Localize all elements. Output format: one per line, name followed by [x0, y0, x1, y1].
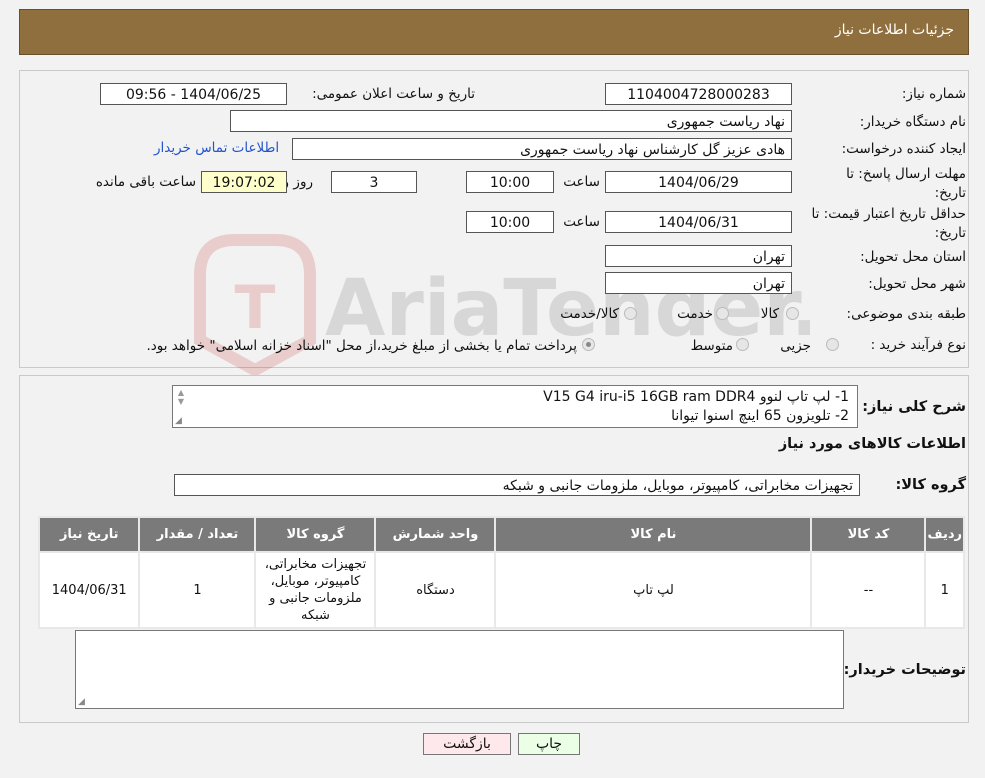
category-label: طبقه بندی موضوعی: [846, 306, 966, 322]
summary-line-2: 2- تلویزون 65 اینچ اسنوا تیوانا [671, 408, 849, 424]
cell-name: لپ تاپ [494, 551, 813, 629]
validity-label-2: تاریخ: [934, 225, 966, 241]
summary-line-1: 1- لپ تاپ لنوو V15 G4 iru-i5 16GB ram DD… [543, 389, 849, 405]
process-option-minor: جزیی [780, 338, 811, 354]
process-radio-minor[interactable] [826, 338, 839, 351]
city-label: شهر محل تحویل: [868, 276, 966, 292]
goods-table: ردیف کد کالا نام کالا واحد شمارش گروه کا… [37, 516, 965, 629]
remaining-label: ساعت باقی مانده [95, 174, 196, 190]
buyer-org-label: نام دستگاه خریدار: [859, 114, 966, 130]
cell-group: تجهیزات مخابراتی، کامپیوتر، موبایل، ملزو… [254, 551, 377, 629]
need-number-field: 1104004728000283 [605, 83, 792, 105]
col-header-quantity: تعداد / مقدار [138, 516, 257, 553]
goods-group-label: گروه کالا: [895, 477, 966, 493]
resize-grip-icon[interactable]: ◢ [175, 416, 182, 426]
process-option-medium: متوسط [690, 338, 733, 354]
category-radio-goods-service[interactable] [624, 307, 637, 320]
province-field: تهران [605, 245, 792, 267]
validity-date-field: 1404/06/31 [605, 211, 792, 233]
announce-field: 1404/06/25 - 09:56 [100, 83, 287, 105]
process-radio-treasury[interactable] [582, 338, 595, 351]
buyer-org-field: نهاد ریاست جمهوری [230, 110, 792, 132]
deadline-date-field: 1404/06/29 [605, 171, 792, 193]
buyer-contact-link[interactable]: اطلاعات تماس خریدار [154, 140, 279, 156]
page-header: جزئیات اطلاعات نیاز [19, 9, 969, 55]
remaining-time-field: 19:07:02 [201, 171, 287, 193]
col-header-date: تاریخ نیاز [37, 516, 141, 553]
deadline-label-1: مهلت ارسال پاسخ: تا [846, 166, 966, 182]
print-button[interactable]: چاپ [518, 733, 580, 755]
cell-quantity: 1 [138, 551, 257, 629]
validity-time-field: 10:00 [466, 211, 554, 233]
province-label: استان محل تحویل: [860, 249, 966, 265]
goods-group-field: تجهیزات مخابراتی، کامپیوتر، موبایل، ملزو… [174, 474, 860, 496]
cell-date: 1404/06/31 [37, 551, 141, 629]
resize-grip-icon[interactable]: ◢ [78, 697, 85, 707]
col-header-name: نام کالا [494, 516, 813, 553]
category-option-service: خدمت [677, 306, 713, 322]
days-field: 3 [331, 171, 417, 193]
category-radio-service[interactable] [716, 307, 729, 320]
table-row: 1 -- لپ تاپ دستگاه تجهیزات مخابراتی، کام… [37, 551, 965, 629]
city-field: تهران [605, 272, 792, 294]
category-option-goods: کالا [760, 306, 779, 322]
deadline-time-field: 10:00 [466, 171, 554, 193]
cell-code: -- [810, 551, 927, 629]
announce-label: تاریخ و ساعت اعلان عمومی: [312, 86, 475, 102]
validity-time-label: ساعت [563, 214, 600, 230]
scroll-arrows-icon[interactable]: ▲ ▼ [176, 388, 186, 406]
creator-field: هادی عزیز گل کارشناس نهاد ریاست جمهوری [292, 138, 792, 160]
summary-textarea[interactable]: 1- لپ تاپ لنوو V15 G4 iru-i5 16GB ram DD… [172, 385, 858, 428]
buyer-notes-label: توضیحات خریدار: [843, 662, 966, 678]
cell-unit: دستگاه [374, 551, 497, 629]
goods-section-title: اطلاعات کالاهای مورد نیاز [778, 436, 966, 452]
category-radio-goods[interactable] [786, 307, 799, 320]
need-number-label: شماره نیاز: [901, 86, 966, 102]
col-header-code: کد کالا [810, 516, 927, 553]
col-header-unit: واحد شمارش [374, 516, 497, 553]
page-title: جزئیات اطلاعات نیاز [834, 22, 954, 38]
cell-row-number: 1 [924, 551, 965, 629]
category-option-goods-service: کالا/خدمت [560, 306, 619, 322]
summary-label: شرح کلی نیاز: [862, 399, 966, 415]
deadline-time-label: ساعت [563, 174, 600, 190]
back-button[interactable]: بازگشت [423, 733, 511, 755]
process-label: نوع فرآیند خرید : [870, 337, 966, 353]
buyer-notes-textarea[interactable]: ◢ [75, 630, 844, 709]
process-note: پرداخت تمام یا بخشی از مبلغ خرید،از محل … [146, 338, 577, 354]
col-header-row-number: ردیف [924, 516, 965, 553]
deadline-label-2: تاریخ: [934, 185, 966, 201]
days-label: روز و [282, 174, 313, 190]
process-radio-medium[interactable] [736, 338, 749, 351]
table-header-row: ردیف کد کالا نام کالا واحد شمارش گروه کا… [37, 516, 965, 553]
col-header-group: گروه کالا [254, 516, 377, 553]
validity-label-1: حداقل تاریخ اعتبار قیمت: تا [811, 206, 966, 222]
creator-label: ایجاد کننده درخواست: [841, 141, 966, 157]
